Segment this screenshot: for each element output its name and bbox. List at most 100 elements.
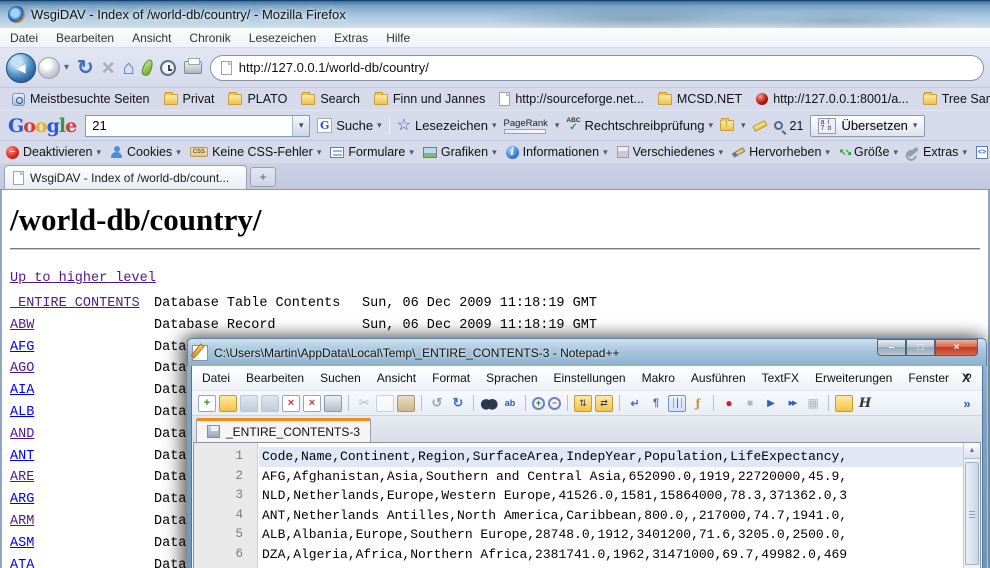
close-file-icon[interactable] [282, 395, 300, 412]
bookmark-folder-search[interactable]: Search [297, 92, 364, 106]
cut-icon[interactable] [355, 395, 373, 412]
word-wrap-icon[interactable] [626, 395, 644, 412]
toolbar-overflow-icon[interactable] [958, 395, 976, 412]
home-button[interactable]: ⌂ [123, 58, 135, 78]
npp-menu-ansicht[interactable]: Ansicht [377, 371, 416, 385]
npp-doc-close[interactable]: X [962, 371, 970, 385]
npp-menu-ausfuehren[interactable]: Ausführen [691, 371, 746, 385]
scroll-up-arrow[interactable]: ▲ [964, 443, 980, 459]
menu-bearbeiten[interactable]: Bearbeiten [56, 31, 114, 45]
bookmark-folder-finn[interactable]: Finn und Jannes [370, 92, 489, 106]
magnifier-icon[interactable] [774, 121, 783, 130]
bookmark-folder-plato[interactable]: PLATO [224, 92, 291, 106]
entry-link[interactable]: ARG [10, 492, 154, 507]
webdev-css[interactable]: CSSKeine CSS-Fehler▾ [190, 145, 322, 159]
autofill-icon[interactable] [720, 120, 734, 131]
webdev-formulare[interactable]: Formulare▾ [330, 145, 414, 159]
redo-icon[interactable] [449, 395, 467, 412]
webdev-informationen[interactable]: iInformationen▾ [506, 145, 608, 159]
npp-menu-sprachen[interactable]: Sprachen [486, 371, 537, 385]
record-macro-icon[interactable] [720, 395, 738, 412]
menu-extras[interactable]: Extras [334, 31, 368, 45]
bookmark-folder-privat[interactable]: Privat [160, 92, 219, 106]
npp-menu-format[interactable]: Format [432, 371, 470, 385]
new-tab-button[interactable]: + [250, 167, 276, 187]
webdev-cookies[interactable]: Cookies▾ [110, 145, 181, 159]
vertical-scrollbar[interactable]: ▲ [963, 443, 980, 568]
bookmark-localhost[interactable]: http://127.0.0.1:8001/a... [752, 92, 913, 106]
entry-link[interactable]: ARE [10, 470, 154, 485]
npp-menu-suchen[interactable]: Suchen [320, 371, 361, 385]
entry-link[interactable]: ALB [10, 405, 154, 420]
bookmark-folder-mcsd[interactable]: MCSD.NET [654, 92, 746, 106]
entry-link[interactable]: AND [10, 427, 154, 442]
minimize-button[interactable]: – [877, 339, 906, 356]
webdev-extras[interactable]: Extras▾ [907, 145, 967, 159]
npp-menu-makro[interactable]: Makro [642, 371, 675, 385]
entry-link[interactable]: ARM [10, 514, 154, 529]
menu-chronik[interactable]: Chronik [189, 31, 230, 45]
entry-link[interactable]: AFG [10, 340, 154, 355]
npp-tab-entire-contents[interactable]: _ENTIRE_CONTENTS-3 [196, 418, 371, 442]
maximize-button[interactable]: □ [906, 339, 935, 356]
google-lesezeichen-button[interactable]: ☆Lesezeichen▾ [397, 118, 497, 134]
url-bar[interactable] [210, 55, 984, 81]
pagerank-widget[interactable]: PageRank [504, 118, 548, 134]
google-search-input[interactable] [86, 118, 292, 133]
webdev-verschiedenes[interactable]: Verschiedenes▾ [617, 145, 724, 159]
up-level-link[interactable]: Up to higher level [10, 271, 156, 286]
chevron-down-icon[interactable]: ▾ [741, 120, 746, 131]
entry-link[interactable]: ASM [10, 536, 154, 551]
npp-menu-fenster[interactable]: Fenster [908, 371, 949, 385]
undo-icon[interactable] [428, 395, 446, 412]
npp-menu-bearbeiten[interactable]: Bearbeiten [246, 371, 304, 385]
entry-link[interactable]: ABW [10, 318, 154, 333]
save-all-icon[interactable] [261, 395, 279, 412]
npp-menu-textfx[interactable]: TextFX [762, 371, 799, 385]
textfx-folder-icon[interactable] [835, 395, 853, 412]
spellcheck-button[interactable]: ABC✓Rechtschreibprüfung▾ [566, 118, 713, 134]
code-area[interactable]: Code,Name,Continent,Region,SurfaceArea,I… [259, 443, 963, 568]
open-file-icon[interactable] [219, 395, 237, 412]
indent-guide-icon[interactable] [668, 395, 686, 412]
menu-datei[interactable]: Datei [10, 31, 38, 45]
bookmark-meistbesuchte[interactable]: Meistbesuchte Seiten [8, 92, 154, 106]
entry-link[interactable]: ATA [10, 558, 154, 568]
stop-button[interactable]: × [102, 57, 115, 79]
close-button[interactable]: × [935, 339, 978, 356]
save-macro-icon[interactable] [804, 395, 822, 412]
print-icon[interactable] [184, 61, 202, 74]
webdev-grafiken[interactable]: Grafiken▾ [423, 145, 497, 159]
menu-hilfe[interactable]: Hilfe [386, 31, 410, 45]
new-file-icon[interactable] [198, 395, 216, 412]
bookmark-sourceforge[interactable]: http://sourceforge.net... [495, 92, 648, 106]
npp-menu-datei[interactable]: Datei [202, 371, 230, 385]
npp-menu-einstellungen[interactable]: Einstellungen [554, 371, 626, 385]
find-icon[interactable] [480, 395, 498, 412]
run-macro-multiple-icon[interactable] [783, 395, 801, 412]
view-html-icon[interactable] [856, 395, 874, 412]
back-button[interactable]: ◀ [6, 53, 36, 83]
chevron-down-icon[interactable]: ▾ [555, 120, 560, 131]
zoom-out-icon[interactable] [548, 397, 561, 410]
webdev-quelltext[interactable]: <>Quelltext [976, 145, 990, 159]
copy-icon[interactable] [376, 395, 394, 412]
menu-ansicht[interactable]: Ansicht [132, 31, 171, 45]
editor-area[interactable]: 1 2 3 4 5 6 Code,Name,Continent,Region,S… [193, 442, 981, 568]
zoom-in-icon[interactable] [532, 397, 545, 410]
entry-link[interactable]: _ENTIRE_CONTENTS [10, 296, 154, 311]
function-completion-icon[interactable] [689, 395, 707, 412]
scrollbar-thumb[interactable] [965, 462, 979, 565]
menu-lesezeichen[interactable]: Lesezeichen [249, 31, 316, 45]
reload-button[interactable]: ↻ [77, 58, 94, 78]
notepadpp-titlebar[interactable]: C:\Users\Martin\AppData\Local\Temp\_ENTI… [187, 338, 987, 366]
play-macro-icon[interactable] [762, 395, 780, 412]
sage-leaf-icon[interactable] [140, 58, 155, 77]
close-all-icon[interactable] [303, 395, 321, 412]
replace-icon[interactable] [501, 395, 519, 412]
bookmark-folder-tree-samples[interactable]: Tree Samples [919, 92, 990, 106]
webdev-deaktivieren[interactable]: –Deaktivieren▾ [6, 145, 101, 159]
highlighter-icon[interactable] [752, 120, 767, 132]
google-suche-button[interactable]: GSuche▾ [317, 118, 381, 133]
translate-button[interactable]: aí7öÜbersetzen▾ [810, 115, 925, 137]
